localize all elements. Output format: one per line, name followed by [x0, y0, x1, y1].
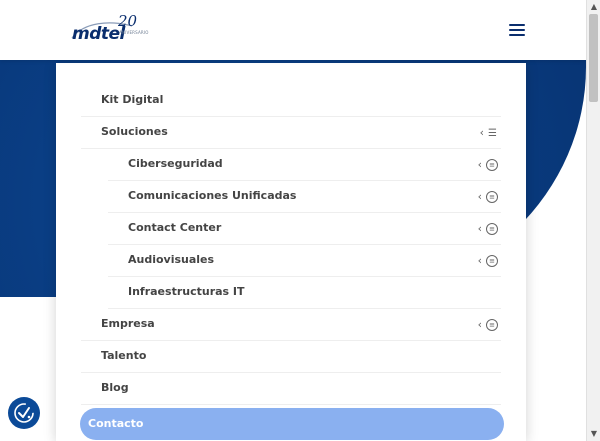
list-circle-icon: ≡	[486, 319, 498, 331]
list-circle-icon: ≡	[486, 223, 498, 235]
menu-item-blog[interactable]: Blog	[81, 373, 501, 405]
chevron-left-icon: ‹	[477, 222, 482, 235]
menu-item-talento[interactable]: Talento	[81, 341, 501, 373]
scrollbar-thumb[interactable]	[589, 14, 598, 102]
mobile-menu-panel: Kit Digital Soluciones ‹ ☰ Ciberseguridad…	[56, 63, 526, 441]
contacto-label: Contacto	[88, 417, 144, 430]
accessibility-icon	[14, 403, 34, 423]
scroll-up-arrow-icon[interactable]: ▲	[587, 0, 600, 14]
menu-item-ciberseguridad[interactable]: Ciberseguridad ‹ ≡	[108, 149, 501, 181]
list-circle-icon: ≡	[486, 159, 498, 171]
submenu-toggle[interactable]: ‹ ☰	[480, 126, 498, 139]
submenu-toggle[interactable]: ‹ ≡	[478, 190, 498, 203]
menu-item-soluciones[interactable]: Soluciones ‹ ☰	[81, 117, 501, 149]
chevron-left-icon: ‹	[477, 318, 482, 331]
submenu-toggle[interactable]: ‹ ≡	[478, 222, 498, 235]
chevron-left-icon: ‹	[479, 126, 484, 139]
menu-item-label: Contact Center	[128, 221, 222, 234]
list-circle-icon: ≡	[486, 255, 498, 267]
menu-item-empresa[interactable]: Empresa ‹ ≡	[81, 309, 501, 341]
menu-item-label: Empresa	[101, 317, 155, 330]
menu-item-audiovisuales[interactable]: Audiovisuales ‹ ≡	[108, 245, 501, 277]
list-circle-icon: ≡	[486, 191, 498, 203]
logo-anniversary: 20	[118, 12, 138, 30]
submenu-toggle[interactable]: ‹ ≡	[478, 158, 498, 171]
site-header: mdtel 20 ANIVERSARIO	[0, 0, 586, 60]
menu-item-kit-digital[interactable]: Kit Digital	[81, 85, 501, 117]
scroll-down-arrow-icon[interactable]: ▼	[587, 427, 600, 441]
chevron-left-icon: ‹	[477, 190, 482, 203]
menu-item-label: Talento	[101, 349, 147, 362]
menu-item-label: Soluciones	[101, 125, 168, 138]
chevron-left-icon: ‹	[477, 254, 482, 267]
list-icon: ☰	[488, 127, 497, 139]
menu-item-label: Infraestructuras IT	[128, 285, 245, 298]
contacto-button[interactable]: Contacto	[80, 408, 504, 440]
menu-item-label: Audiovisuales	[128, 253, 215, 266]
menu-item-label: Ciberseguridad	[128, 157, 223, 170]
menu-item-label: Comunicaciones Unificadas	[128, 189, 297, 202]
accessibility-button[interactable]	[8, 397, 40, 429]
logo-anniversary-sub: ANIVERSARIO	[119, 30, 149, 35]
chevron-left-icon: ‹	[477, 158, 482, 171]
submenu-toggle[interactable]: ‹ ≡	[478, 254, 498, 267]
menu-item-label: Kit Digital	[101, 93, 164, 106]
menu-item-contact-center[interactable]: Contact Center ‹ ≡	[108, 213, 501, 245]
menu-item-infraestructuras-it[interactable]: Infraestructuras IT	[108, 277, 501, 309]
menu-item-comunicaciones-unificadas[interactable]: Comunicaciones Unificadas ‹ ≡	[108, 181, 501, 213]
hamburger-icon[interactable]	[509, 24, 525, 38]
menu-item-label: Blog	[101, 381, 129, 394]
vertical-scrollbar[interactable]: ▲ ▼	[586, 0, 600, 441]
logo-text: mdtel	[72, 24, 125, 44]
submenu-toggle[interactable]: ‹ ≡	[478, 318, 498, 331]
